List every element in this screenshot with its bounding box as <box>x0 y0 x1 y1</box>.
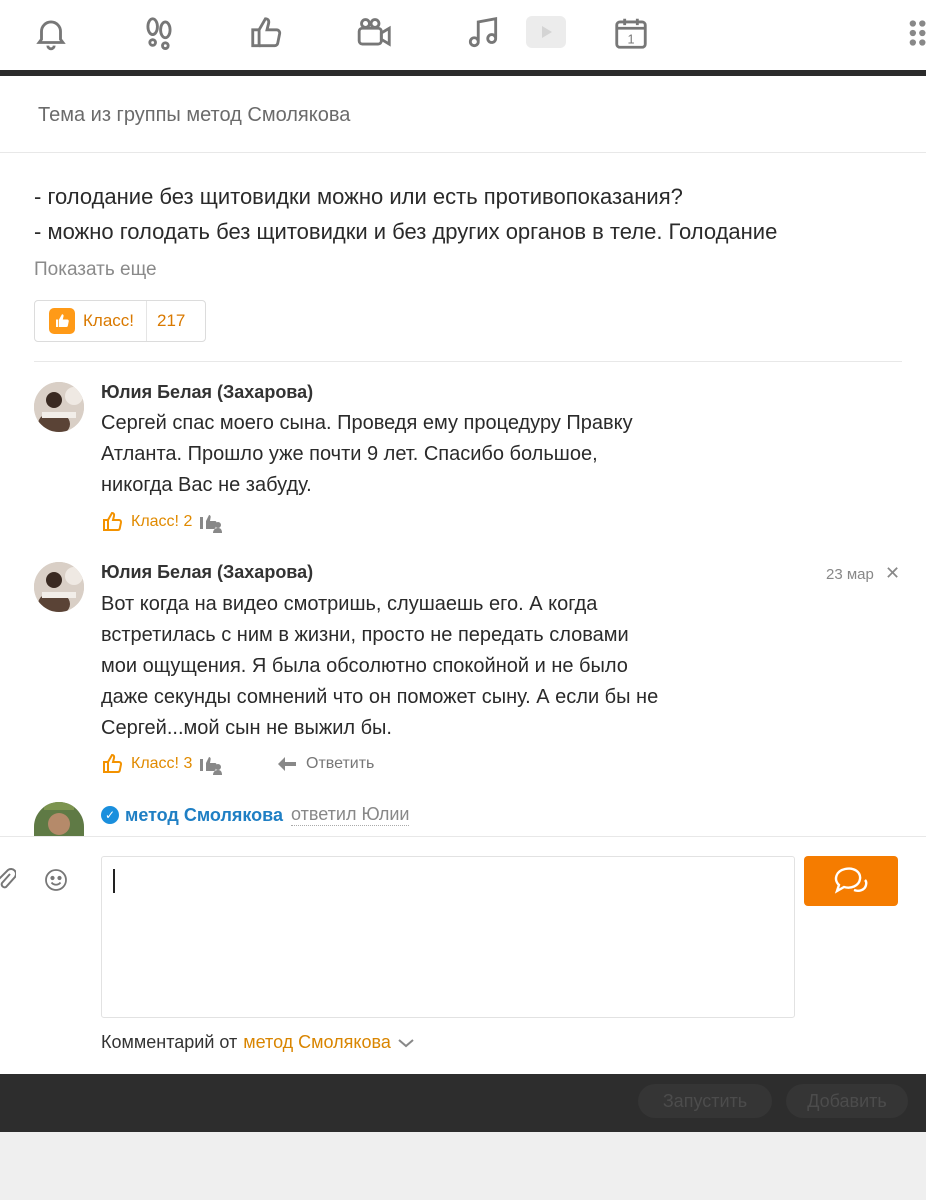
reply-label: Ответить <box>306 755 375 772</box>
divider <box>0 836 926 837</box>
comment-author[interactable]: Юлия Белая (Захарова) <box>101 382 313 403</box>
reply-arrow-icon <box>278 757 296 771</box>
comment-text-line: никогда Вас не забуду. <box>101 474 312 496</box>
topic-panel: Тема из группы метод Смолякова - голодан… <box>0 76 926 1074</box>
smile-icon[interactable] <box>44 868 68 892</box>
thumbs-up-icon <box>103 511 122 531</box>
reply-header: ✓ метод Смолякова ответил Юлии <box>101 804 410 826</box>
klass-label: Класс! <box>83 311 134 330</box>
comment-text-line: Сергей спас моего сына. Проведя ему проц… <box>101 412 633 434</box>
comment-klass-button[interactable]: Класс! 2 <box>101 510 223 534</box>
klass-button[interactable]: Класс! 217 <box>34 300 206 342</box>
topic-title[interactable]: Тема из группы метод Смолякова <box>38 104 350 127</box>
avatar[interactable] <box>34 382 84 432</box>
comment-klass-button[interactable]: Класс! 3 <box>101 752 223 776</box>
comment-date: 23 мар <box>826 566 874 583</box>
music-note-icon[interactable] <box>464 14 502 52</box>
divider <box>34 361 902 362</box>
page-background <box>0 1132 926 1200</box>
top-navigation-bar: 1 <box>0 0 926 72</box>
thumbs-up-icon <box>49 308 75 334</box>
divider <box>0 152 926 153</box>
chat-bubbles-icon <box>834 867 868 894</box>
paperclip-icon[interactable] <box>0 866 17 892</box>
comment-text-line: встретилась с ним в жизни, просто не пер… <box>101 624 629 646</box>
svg-text:1: 1 <box>627 32 634 46</box>
comment-klass-label: Класс! 2 <box>131 513 193 530</box>
klass-users-icon[interactable] <box>198 511 223 533</box>
comment-from-label: Комментарий от <box>101 1032 238 1052</box>
footprints-icon[interactable] <box>140 14 178 52</box>
post-text-line: - голодание без щитовидки можно или есть… <box>34 184 683 209</box>
text-cursor <box>113 869 115 893</box>
reply-author[interactable]: метод Смолякова <box>125 805 283 826</box>
comment-text-line: Вот когда на видео смотришь, слушаешь ег… <box>101 593 598 615</box>
comment-text-line: Сергей...мой сын не выжил бы. <box>101 717 392 739</box>
divider <box>146 301 147 341</box>
klass-count[interactable]: 217 <box>157 311 185 331</box>
bell-icon[interactable] <box>32 14 70 52</box>
chevron-down-icon <box>398 1038 414 1047</box>
comment-text-line: мои ощущения. Я была обсолютно спокойной… <box>101 655 628 677</box>
thumbs-up-icon <box>103 753 122 773</box>
run-button[interactable]: Запустить <box>638 1084 772 1118</box>
comment-klass-label: Класс! 3 <box>131 755 193 772</box>
verified-check-icon: ✓ <box>101 806 119 824</box>
comment-from-selector[interactable]: Комментарий от метод Смолякова <box>101 1032 415 1053</box>
play-icon[interactable] <box>526 16 566 48</box>
klass-users-icon[interactable] <box>198 753 223 775</box>
send-comment-button[interactable] <box>804 856 898 906</box>
comment-input[interactable] <box>101 856 795 1018</box>
video-camera-icon[interactable] <box>356 14 394 52</box>
close-icon[interactable]: ✕ <box>885 563 900 584</box>
comment-author[interactable]: Юлия Белая (Захарова) <box>101 562 313 583</box>
calendar-icon[interactable]: 1 <box>612 14 650 52</box>
reply-to-link[interactable]: ответил Юлии <box>291 804 410 826</box>
thumbs-up-icon[interactable] <box>248 14 286 52</box>
avatar[interactable] <box>34 562 84 612</box>
comment-from-group: метод Смолякова <box>243 1032 391 1052</box>
comment-text-line: даже секунды сомнений что он поможет сын… <box>101 686 659 708</box>
comment-text-line: Атланта. Прошло уже почти 9 лет. Спасибо… <box>101 443 598 465</box>
show-more-link[interactable]: Показать еще <box>34 259 157 281</box>
avatar[interactable] <box>34 802 84 836</box>
post-text-line: - можно голодать без щитовидки и без дру… <box>34 219 778 244</box>
reply-button[interactable]: Ответить <box>278 755 374 773</box>
add-button[interactable]: Добавить <box>786 1084 908 1118</box>
grid-dots-icon[interactable] <box>906 14 926 52</box>
bottom-toolbar: Запустить Добавить <box>0 1074 926 1132</box>
